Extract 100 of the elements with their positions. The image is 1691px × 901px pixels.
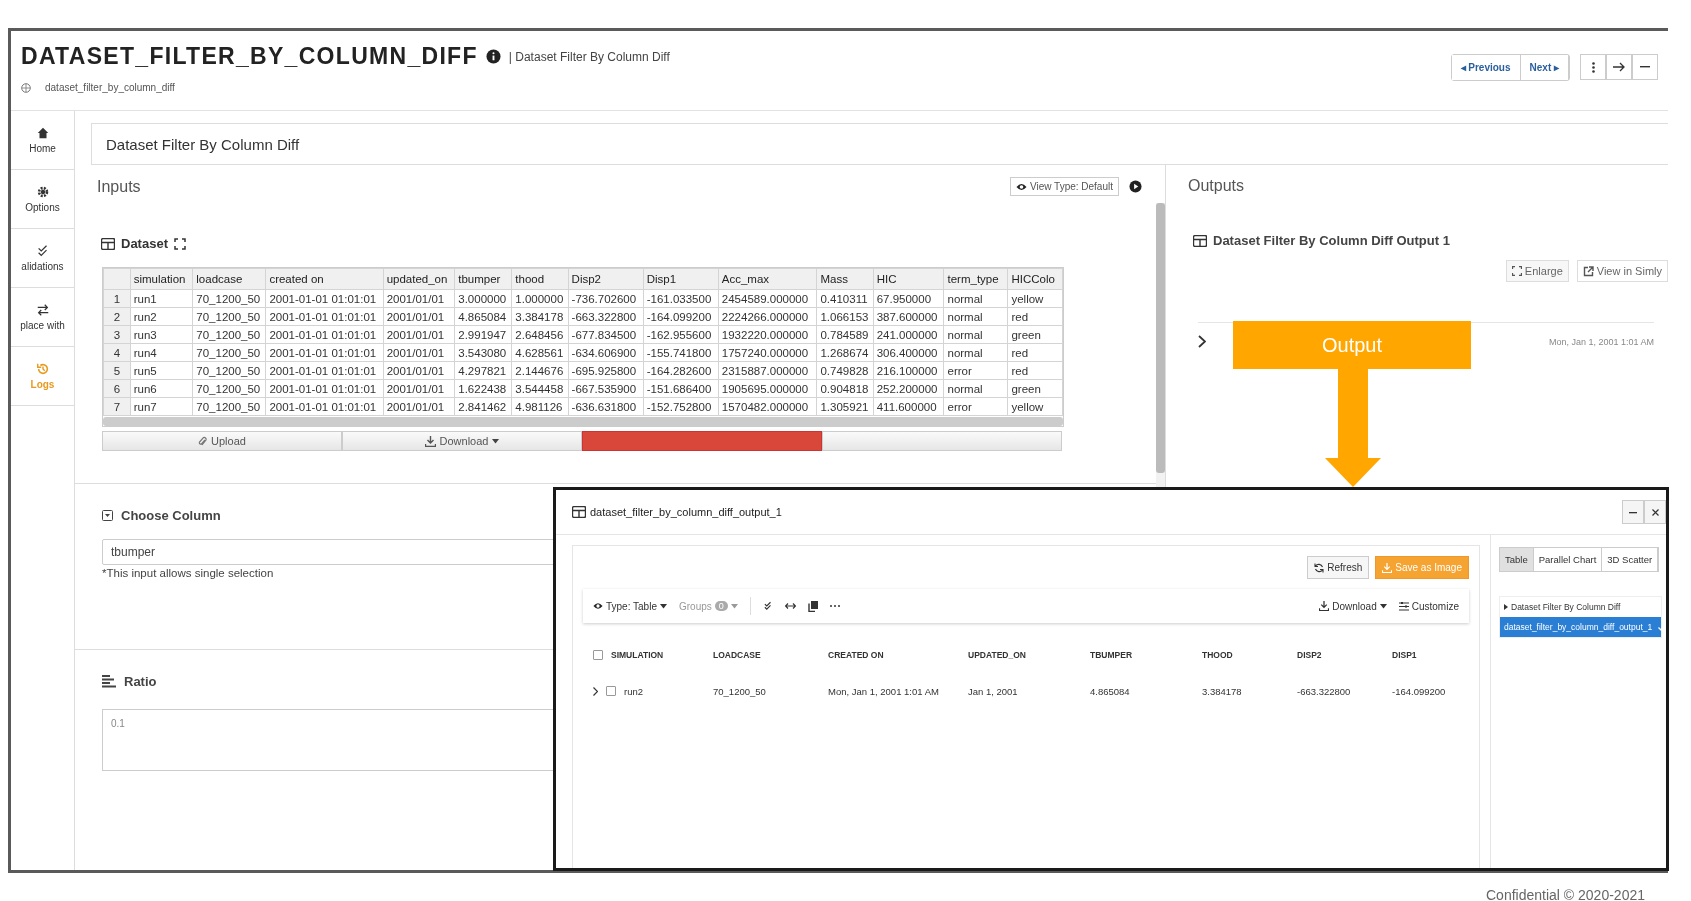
panel-heading: Outputs (1188, 177, 1246, 195)
column-header[interactable]: simulation (130, 268, 193, 290)
column-header[interactable]: thood (511, 268, 569, 290)
checkbox[interactable] (593, 650, 603, 660)
table-cell: 1905695.000000 (718, 379, 817, 398)
tree-item[interactable]: Dataset Filter By Column Diff (1500, 597, 1661, 617)
column-header[interactable]: CREATED ON (828, 650, 884, 660)
column-header[interactable]: tbumper (454, 268, 512, 290)
download-icon (1382, 562, 1393, 573)
customize-button[interactable]: Customize (1398, 600, 1459, 612)
play-icon[interactable] (1129, 180, 1142, 193)
column-header[interactable]: term_type (944, 268, 1008, 290)
type-dropdown[interactable]: Type: Table (593, 600, 667, 612)
table-cell: -634.606900 (568, 343, 644, 362)
table-cell: red (1007, 361, 1063, 380)
table-cell: 2001-01-01 01:01:01 (265, 397, 384, 416)
column-header[interactable]: SIMULATION (611, 650, 664, 660)
footer-text: Confidential © 2020-2021 (1486, 887, 1645, 901)
kebab-icon (1591, 61, 1595, 73)
panel-heading: Inputs (97, 177, 141, 196)
forward-button[interactable] (1606, 54, 1632, 80)
table-cell: 70_1200_50 (192, 289, 266, 308)
double-check-icon[interactable] (762, 601, 773, 611)
close-button[interactable] (1644, 500, 1666, 524)
home-icon (35, 126, 50, 140)
table-cell: -677.834500 (568, 325, 644, 344)
sidebar-item[interactable]: Home (11, 111, 74, 170)
swap-arrows-icon (35, 303, 50, 317)
column-header[interactable]: TBUMPER (1090, 650, 1133, 660)
info-icon[interactable] (485, 49, 501, 64)
table-cell: -164.099200 (643, 307, 719, 326)
table-cell: 0.749828 (816, 361, 874, 380)
external-link-icon (1582, 265, 1594, 277)
expand-icon[interactable] (173, 237, 186, 250)
chevron-right-icon[interactable] (593, 686, 598, 696)
sidebar-item[interactable]: place with (11, 288, 74, 347)
sidebar-item[interactable]: alidations (11, 229, 74, 288)
column-header[interactable]: updated_on (383, 268, 455, 290)
table-cell: run2 (130, 307, 193, 326)
refresh-button[interactable]: Refresh (1307, 556, 1370, 579)
expand-icon (1511, 266, 1522, 276)
eye-icon (1016, 182, 1027, 191)
more-button[interactable] (1580, 54, 1606, 80)
table-cell: 4.628561 (511, 343, 569, 362)
view-button[interactable]: View in Simly (1576, 260, 1668, 282)
previous-button[interactable]: ◂ Previous (1451, 54, 1521, 80)
checkbox[interactable] (606, 686, 616, 696)
column-header[interactable]: HIC (873, 268, 944, 290)
breadcrumb[interactable]: dataset_filter_by_column_diff (45, 82, 175, 93)
table-cell: 411.600000 (873, 397, 944, 416)
view-type-button[interactable]: View Type: Default (1010, 177, 1119, 196)
scrollbar[interactable] (103, 417, 1063, 426)
enlarge-button[interactable]: Enlarge (1505, 260, 1569, 282)
download-dropdown[interactable]: Download (1319, 600, 1387, 612)
column-header[interactable]: DISP1 (1392, 650, 1417, 660)
column-header[interactable]: THOOD (1202, 650, 1233, 660)
table-cell: Mon, Jan 1, 2001 1:01 AM (1548, 336, 1654, 347)
table-cell: Jan 1, 2001 (968, 685, 1018, 697)
table-cell: 70_1200_50 (192, 361, 266, 380)
column-header[interactable]: Mass (816, 268, 874, 290)
arrow-right-icon (1613, 62, 1625, 72)
table-cell: 1.622438 (454, 379, 512, 398)
table-cell: normal (944, 307, 1008, 326)
upload-button[interactable]: Upload (102, 431, 342, 451)
table-cell: 4.297821 (454, 361, 512, 380)
column-header[interactable]: HICColo (1007, 268, 1063, 290)
table-cell: 2001/01/01 (383, 397, 455, 416)
settings-icon (35, 185, 50, 199)
table-cell: -162.955600 (643, 325, 719, 344)
table-cell: 1932220.000000 (718, 325, 817, 344)
horizontal-arrows-icon[interactable] (784, 602, 796, 610)
column-header[interactable]: LOADCASE (713, 650, 761, 660)
table-cell: -663.322800 (568, 307, 644, 326)
column-header[interactable]: Disp1 (643, 268, 719, 290)
table-cell: 70_1200_50 (192, 379, 266, 398)
view-tab[interactable]: Table (1500, 548, 1534, 571)
table-cell: 0.410311 (816, 289, 874, 308)
section-heading: Dataset (121, 236, 168, 251)
table-cell: 2001/01/01 (383, 343, 455, 362)
download-button[interactable]: Download (342, 431, 582, 451)
chevron-right-icon[interactable] (1198, 335, 1206, 348)
table-cell: Mon, Jan 1, 2001 1:01 AM (828, 685, 939, 697)
column-header[interactable]: Disp2 (568, 268, 644, 290)
table-cell: 2.841462 (454, 397, 512, 416)
column-header[interactable]: UPDATED_ON (968, 650, 1026, 660)
table-cell: green (1007, 379, 1063, 398)
copy-icon[interactable] (807, 600, 818, 612)
page-title: Dataset Filter By Column Diff (91, 123, 1668, 165)
column-header[interactable]: Acc_max (718, 268, 817, 290)
column-header[interactable]: created on (265, 268, 384, 290)
table-cell: run7 (130, 397, 193, 416)
column-header[interactable]: loadcase (192, 268, 266, 290)
sidebar-item[interactable]: Options (11, 170, 74, 229)
table-cell: 2224266.000000 (718, 307, 817, 326)
table-cell: 67.950000 (873, 289, 944, 308)
table-cell: -155.741800 (643, 343, 719, 362)
table-cell: 70_1200_50 (192, 307, 266, 326)
column-header[interactable]: DISP2 (1297, 650, 1322, 660)
window-title: dataset_filter_by_column_diff_output_1 (590, 506, 782, 518)
table-cell: 70_1200_50 (192, 397, 266, 416)
